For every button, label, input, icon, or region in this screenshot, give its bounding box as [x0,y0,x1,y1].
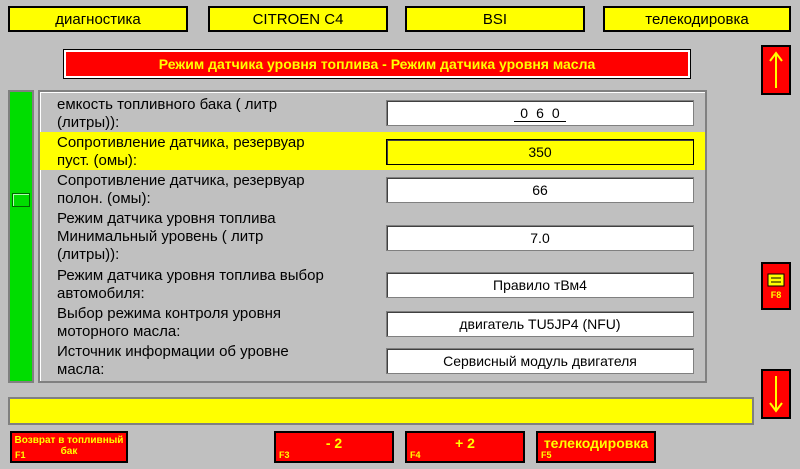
scroll-down-button[interactable] [761,369,791,419]
tab-telecoding[interactable]: телекодировка [603,6,791,32]
oil-mode-field[interactable]: двигатель TU5JP4 (NFU) [386,311,694,337]
f5-code: F5 [541,450,552,460]
full-resistance-field[interactable]: 66 [386,177,694,203]
scroll-up-button[interactable] [761,45,791,95]
param-row-full-resistance[interactable]: Сопротивление датчика, резервуар полон. … [40,170,705,208]
param-label: Сопротивление датчика, резервуар пуст. (… [57,134,305,169]
param-label: Источник информации об уровне масла: [57,343,289,378]
f4-plus-button[interactable]: + 2 F4 [405,431,525,463]
param-label: Выбор режима контроля уровня моторного м… [57,305,281,340]
empty-resistance-field[interactable]: 350 [386,139,694,165]
scrollbar[interactable] [8,90,34,383]
f1-label: Возврат в топливный бак [14,435,124,457]
tank-capacity-input[interactable]: 060 [386,100,694,126]
param-row-empty-resistance[interactable]: Сопротивление датчика, резервуар пуст. (… [40,132,705,170]
param-label: Режим датчика уровня топлива Минимальный… [57,210,276,263]
f4-code: F4 [410,450,421,460]
f5-label: телекодировка [543,435,649,451]
f3-label: - 2 [325,435,343,451]
f3-code: F3 [279,450,290,460]
param-row-min-level[interactable]: Режим датчика уровня топлива Минимальный… [40,208,705,264]
keyboard-icon [767,273,785,287]
tab-diagnostics[interactable]: диагностика [8,6,188,32]
f3-minus-button[interactable]: - 2 F3 [274,431,394,463]
arrow-up-icon [769,51,783,88]
oil-source-field[interactable]: Сервисный модуль двигателя [386,348,694,374]
f5-telecoding-button[interactable]: телекодировка F5 [536,431,656,463]
scrollbar-thumb[interactable] [12,193,30,207]
digit[interactable]: 0 [552,105,560,121]
digit[interactable]: 0 [520,105,528,121]
param-label: емкость топливного бака ( литр (литры)): [57,96,278,131]
param-label: Сопротивление датчика, резервуар полон. … [57,172,305,207]
status-bar [8,397,754,425]
arrow-down-icon [769,376,783,413]
f4-label: + 2 [455,435,475,451]
param-row-vehicle-select[interactable]: Режим датчика уровня топлива выбор автом… [40,264,705,304]
vehicle-select-field[interactable]: Правило тВм4 [386,272,694,298]
param-row-oil-source[interactable]: Источник информации об уровне масла: Сер… [40,342,705,382]
tab-ecu[interactable]: BSI [405,6,585,32]
f8-button[interactable]: F8 [761,262,791,310]
param-row-oil-mode[interactable]: Выбор режима контроля уровня моторного м… [40,304,705,342]
f8-code: F8 [770,290,782,300]
digit[interactable]: 6 [536,105,544,121]
tab-vehicle[interactable]: CITROEN C4 [208,6,388,32]
page-title: Режим датчика уровня топлива - Режим дат… [63,49,691,79]
f1-code: F1 [15,450,26,460]
min-level-field[interactable]: 7.0 [386,225,694,251]
param-label: Режим датчика уровня топлива выбор автом… [57,267,324,302]
param-row-tank-capacity: емкость топливного бака ( литр (литры)):… [40,94,705,132]
f1-return-button[interactable]: Возврат в топливный бак F1 [10,431,128,463]
